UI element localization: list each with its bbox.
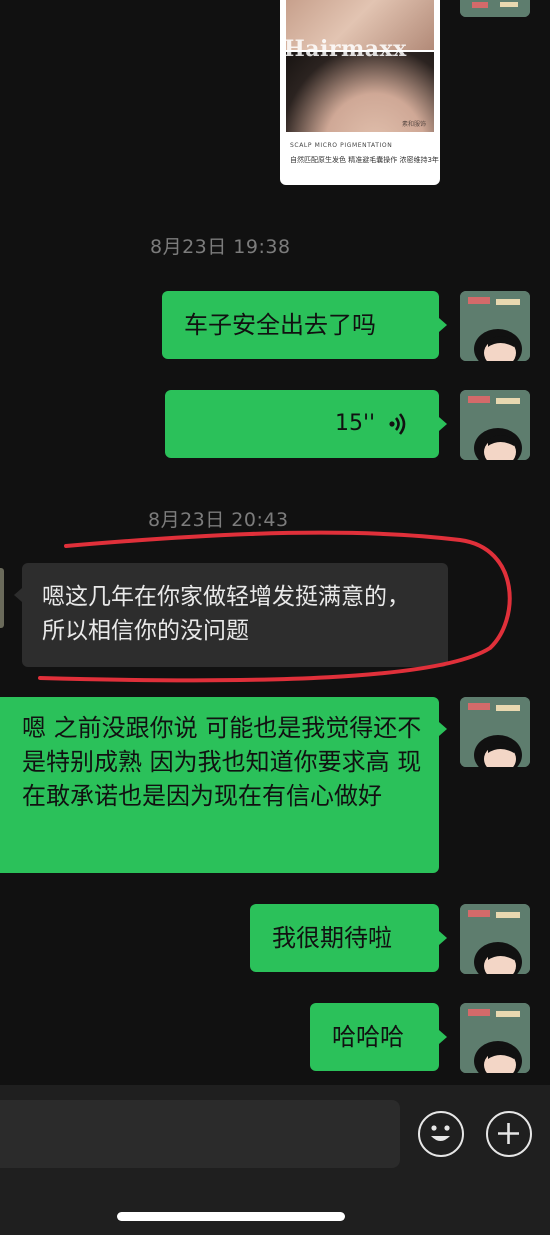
outgoing-message-bubble[interactable]: 我很期待啦 — [250, 904, 439, 972]
avatar[interactable] — [460, 390, 530, 460]
outgoing-message-bubble[interactable]: 车子安全出去了吗 — [162, 291, 439, 359]
avatar[interactable] — [460, 0, 530, 17]
red-annotation-circle — [38, 530, 512, 683]
scalp-photo-bottom: 素和服饰 — [286, 52, 434, 132]
avatar[interactable] — [460, 697, 530, 767]
card-caption-en: SCALP MICRO PIGMENTATION — [290, 142, 393, 149]
add-button[interactable] — [486, 1111, 532, 1157]
voice-message-bubble[interactable]: 15'' — [165, 390, 439, 458]
home-indicator[interactable] — [117, 1212, 345, 1221]
voice-wave-icon — [389, 413, 406, 435]
message-text: 我很期待啦 — [272, 924, 392, 952]
message-text: 车子安全出去了吗 — [184, 311, 376, 339]
message-input[interactable] — [0, 1100, 400, 1168]
bubble-tail — [439, 722, 447, 736]
timestamp: 8月23日 20:43 — [148, 509, 289, 531]
bubble-tail — [439, 417, 447, 431]
emoji-icon — [431, 1125, 450, 1141]
avatar[interactable] — [460, 291, 530, 361]
message-text: 嗯 之前没跟你说 可能也是我觉得还不是特别成熟 因为我也知道你要求高 现在敢承诺… — [22, 714, 422, 810]
outgoing-message-bubble[interactable]: 哈哈哈 — [310, 1003, 439, 1071]
voice-duration: 15'' — [335, 411, 376, 436]
emoji-button[interactable] — [418, 1111, 464, 1157]
message-text: 哈哈哈 — [332, 1023, 404, 1051]
bubble-tail — [439, 931, 447, 945]
brand-watermark: Hairmaxx — [284, 36, 407, 62]
bubble-tail — [439, 1030, 447, 1044]
image-message-card[interactable]: 素和服饰 Hairmaxx SCALP MICRO PIGMENTATION 自… — [280, 0, 440, 185]
card-caption-cn: 自然匹配原生发色 精准避毛囊操作 浓密维持3年 — [290, 156, 439, 164]
avatar[interactable] — [460, 1003, 530, 1073]
timestamp: 8月23日 19:38 — [150, 236, 291, 258]
avatar[interactable] — [460, 904, 530, 974]
bubble-tail — [439, 318, 447, 332]
outgoing-message-bubble[interactable]: 嗯 之前没跟你说 可能也是我觉得还不是特别成熟 因为我也知道你要求高 现在敢承诺… — [0, 697, 439, 873]
plus-icon — [498, 1123, 519, 1144]
photo-note: 素和服饰 — [401, 121, 426, 128]
